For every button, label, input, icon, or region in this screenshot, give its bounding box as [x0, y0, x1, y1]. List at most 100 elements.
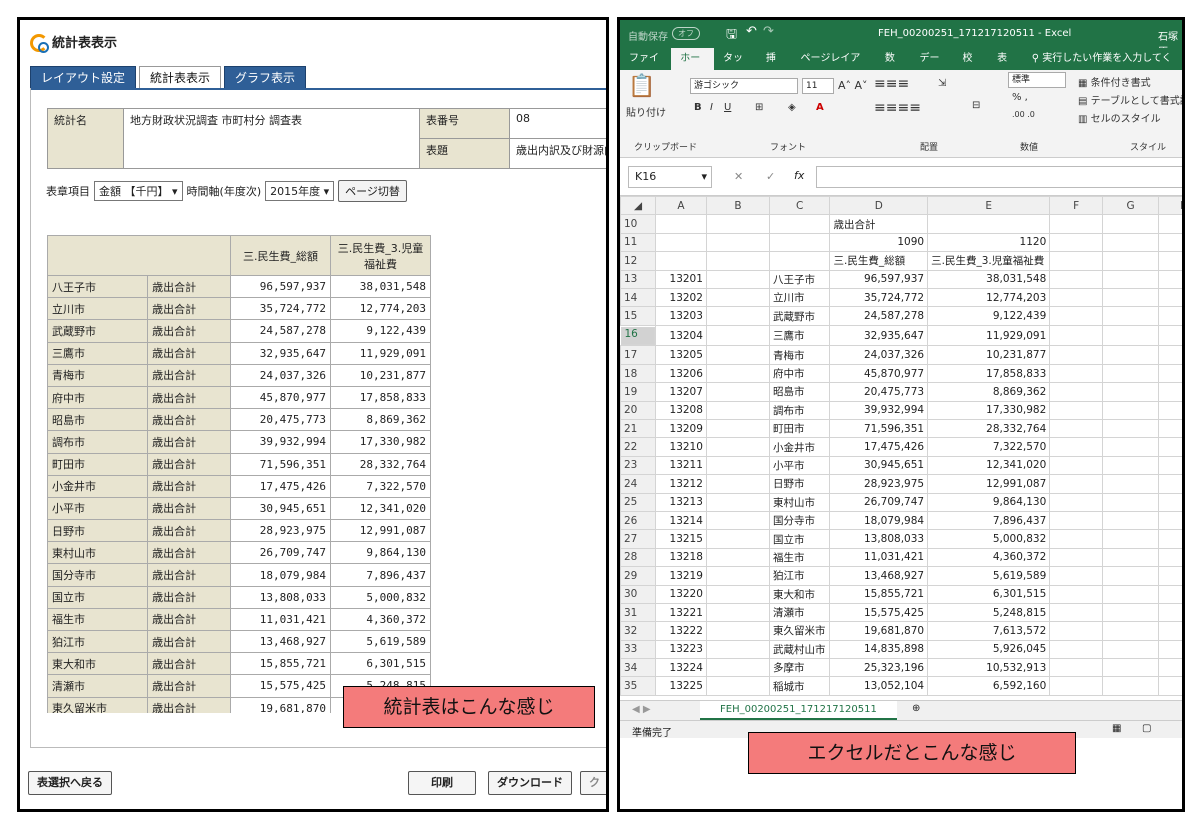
- align-top-icon[interactable]: ≡≡≡: [874, 76, 909, 92]
- cell[interactable]: 13211: [655, 455, 707, 476]
- cell[interactable]: [1049, 251, 1104, 271]
- cell[interactable]: 8,869,362: [927, 382, 1051, 402]
- row-header[interactable]: 21: [620, 418, 657, 439]
- cell[interactable]: [1049, 566, 1104, 586]
- cell[interactable]: [1102, 418, 1160, 439]
- format-as-table-button[interactable]: ▤ テーブルとして書式設定: [1078, 92, 1182, 107]
- paste-label[interactable]: 貼り付け: [626, 104, 666, 119]
- cell[interactable]: [768, 232, 831, 253]
- row-header[interactable]: 22: [620, 437, 657, 457]
- cell[interactable]: 13,052,104: [829, 676, 929, 696]
- row-header[interactable]: 25: [620, 492, 657, 512]
- redo-icon[interactable]: ↷: [763, 24, 774, 39]
- cell[interactable]: [1049, 418, 1104, 439]
- cell[interactable]: [705, 584, 770, 604]
- save-icon[interactable]: 🖫: [726, 25, 737, 47]
- col-header-f[interactable]: F: [1049, 196, 1104, 216]
- menu-view[interactable]: 表示: [988, 48, 1023, 86]
- cell[interactable]: [1158, 437, 1182, 457]
- cell[interactable]: [655, 251, 707, 271]
- cell[interactable]: [705, 214, 770, 234]
- cell[interactable]: 26,709,747: [829, 492, 929, 512]
- menu-touch[interactable]: タッチ: [714, 48, 757, 86]
- cell[interactable]: [768, 251, 831, 271]
- time-select[interactable]: 2015年度 ▾: [265, 181, 335, 201]
- cell[interactable]: 13223: [655, 639, 707, 660]
- cell[interactable]: 38,031,548: [927, 269, 1051, 289]
- cell[interactable]: [1158, 214, 1182, 234]
- cell[interactable]: [1158, 676, 1182, 696]
- cell[interactable]: 7,613,572: [927, 621, 1051, 641]
- cell[interactable]: [1158, 474, 1182, 494]
- cell[interactable]: [1102, 232, 1160, 253]
- cell[interactable]: 町田市: [768, 418, 831, 439]
- cell[interactable]: [1158, 418, 1182, 439]
- cell[interactable]: 12,991,087: [927, 474, 1051, 494]
- cell[interactable]: [768, 214, 831, 234]
- cell[interactable]: [1049, 400, 1104, 420]
- cell[interactable]: [705, 251, 770, 271]
- row-header[interactable]: 11: [620, 232, 657, 253]
- col-header-g[interactable]: G: [1102, 196, 1160, 216]
- cell[interactable]: [1158, 584, 1182, 604]
- menu-file[interactable]: ファイル: [620, 48, 671, 86]
- cell[interactable]: [1158, 455, 1182, 476]
- cell[interactable]: 調布市: [768, 400, 831, 420]
- row-header[interactable]: 26: [620, 510, 657, 531]
- cell[interactable]: [1049, 547, 1104, 568]
- col-header-d[interactable]: D: [829, 196, 929, 216]
- cell[interactable]: [705, 400, 770, 420]
- cell[interactable]: [705, 324, 770, 347]
- cell[interactable]: [1102, 455, 1160, 476]
- cell[interactable]: [705, 287, 770, 308]
- cell[interactable]: 13203: [655, 306, 707, 326]
- cell[interactable]: [705, 621, 770, 641]
- back-button[interactable]: 表選択へ戻る: [28, 771, 112, 795]
- cell[interactable]: 7,896,437: [927, 510, 1051, 531]
- cell[interactable]: [1158, 639, 1182, 660]
- cell[interactable]: 13224: [655, 658, 707, 678]
- cell[interactable]: 国立市: [768, 529, 831, 549]
- row-header[interactable]: 17: [620, 345, 657, 365]
- cell[interactable]: [1102, 529, 1160, 549]
- cell[interactable]: [1049, 584, 1104, 604]
- cell[interactable]: 28,923,975: [829, 474, 929, 494]
- cell[interactable]: 24,037,326: [829, 345, 929, 365]
- cell[interactable]: [1102, 639, 1160, 660]
- cell[interactable]: [1049, 510, 1104, 531]
- cell[interactable]: [1102, 510, 1160, 531]
- cell[interactable]: [1049, 324, 1104, 347]
- menu-home[interactable]: ホーム: [671, 48, 714, 86]
- name-box[interactable]: K16 ▾: [628, 166, 712, 188]
- cell[interactable]: [1049, 474, 1104, 494]
- cell[interactable]: 狛江市: [768, 566, 831, 586]
- cell[interactable]: 東大和市: [768, 584, 831, 604]
- row-header[interactable]: 32: [620, 621, 657, 641]
- cell[interactable]: 11,031,421: [829, 547, 929, 568]
- paste-icon[interactable]: 📋: [628, 74, 655, 99]
- cell[interactable]: [1102, 547, 1160, 568]
- cell[interactable]: [705, 566, 770, 586]
- cell[interactable]: 福生市: [768, 547, 831, 568]
- cell[interactable]: 府中市: [768, 363, 831, 384]
- cell[interactable]: 13213: [655, 492, 707, 512]
- italic-icon[interactable]: I: [710, 102, 713, 113]
- wrap-icon[interactable]: ⇲: [938, 78, 946, 89]
- cell[interactable]: [1158, 566, 1182, 586]
- col-header-e[interactable]: E: [927, 196, 1051, 216]
- page-layout-view-icon[interactable]: ▢: [1142, 723, 1151, 734]
- formula-input[interactable]: [816, 166, 1182, 188]
- cell[interactable]: [705, 639, 770, 660]
- cell[interactable]: 13212: [655, 474, 707, 494]
- cell[interactable]: 13207: [655, 382, 707, 402]
- cell[interactable]: 13221: [655, 602, 707, 623]
- cell[interactable]: [1049, 306, 1104, 326]
- cell[interactable]: [705, 455, 770, 476]
- cell[interactable]: 11,929,091: [927, 324, 1051, 347]
- cell[interactable]: [1102, 492, 1160, 512]
- cut-button[interactable]: ク: [580, 771, 606, 795]
- cell[interactable]: 青梅市: [768, 345, 831, 365]
- cell[interactable]: [1158, 602, 1182, 623]
- cell[interactable]: [1158, 232, 1182, 253]
- cell[interactable]: 19,681,870: [829, 621, 929, 641]
